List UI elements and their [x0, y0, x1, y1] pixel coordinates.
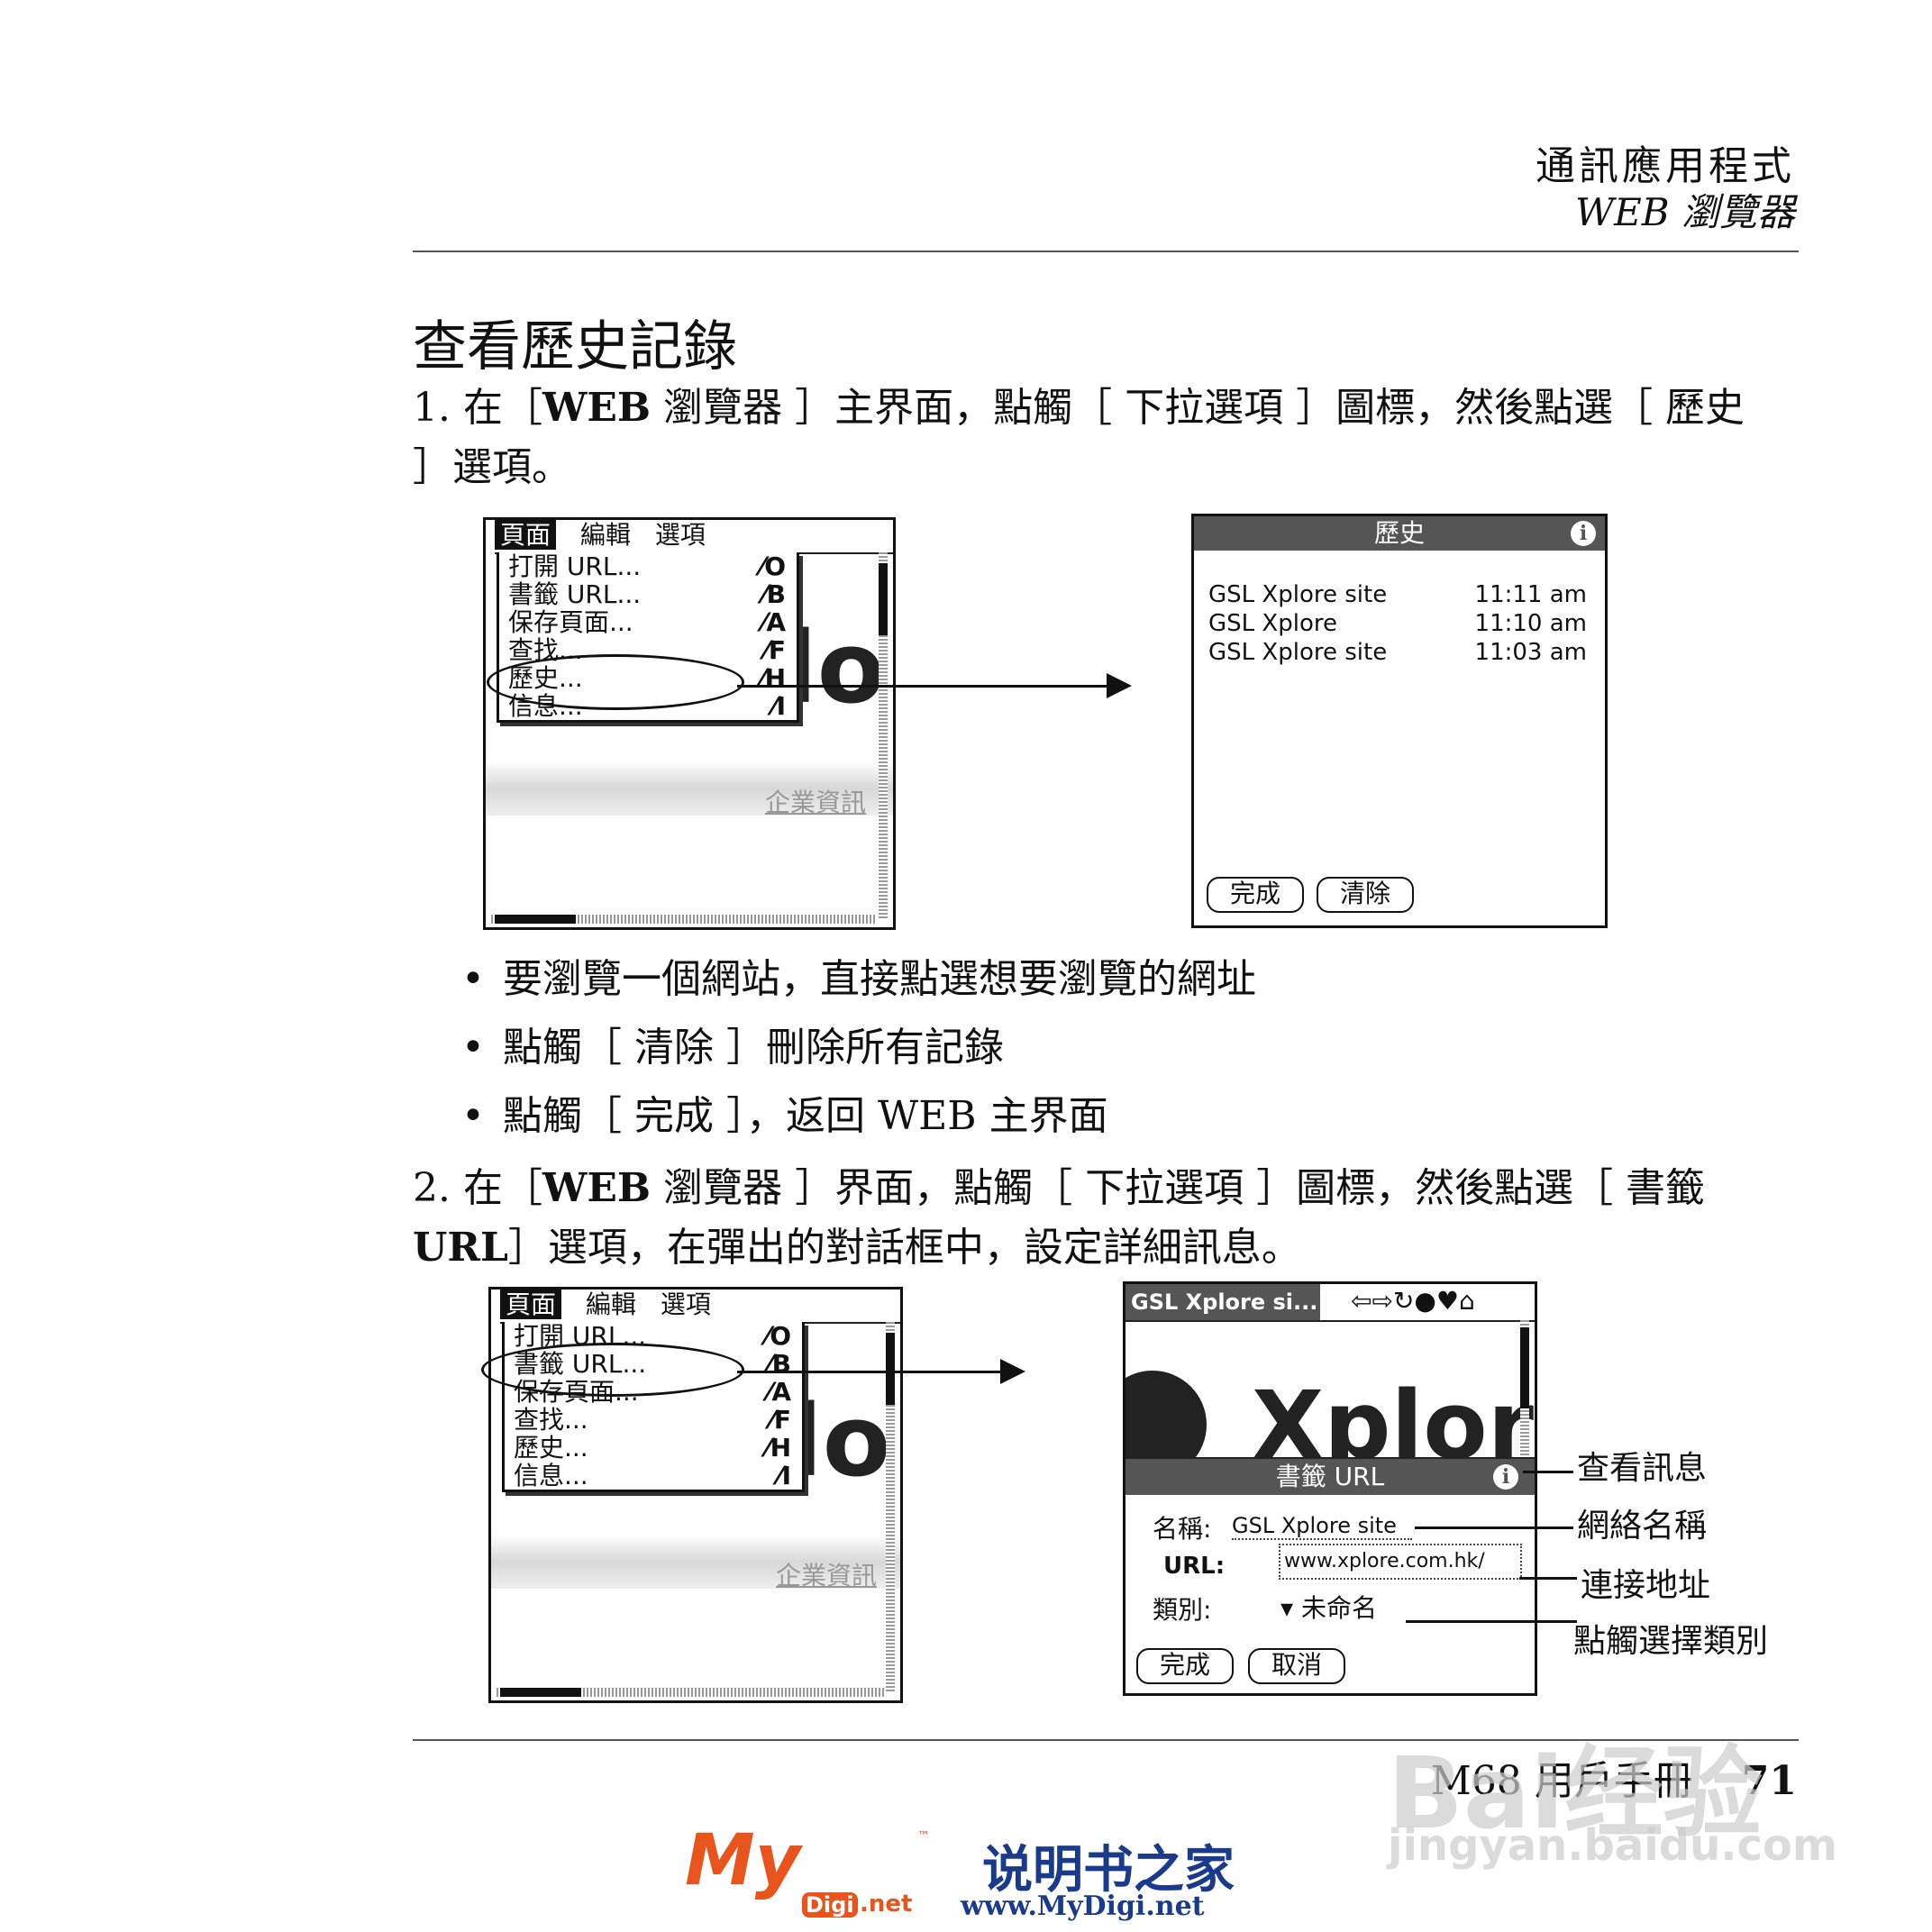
link-company-info[interactable]: 企業資訊 [765, 783, 866, 819]
callout-site-name: 網絡名稱 [1577, 1508, 1708, 1545]
step-text: 在［ [462, 385, 542, 431]
menu-item-history[interactable]: 歷史... ⁄H [505, 1434, 802, 1462]
callout-url: 連接地址 [1581, 1567, 1711, 1604]
forward-icon[interactable]: ⇨ [1372, 1286, 1392, 1316]
header-divider [413, 251, 1799, 252]
scroll-thumb[interactable] [1520, 1327, 1529, 1408]
scroll-thumb[interactable] [879, 563, 888, 635]
vertical-scrollbar[interactable] [879, 552, 888, 920]
link-company-info[interactable]: 企業資訊 [776, 1556, 877, 1592]
back-icon[interactable]: ⇦ [1351, 1286, 1372, 1316]
bookmark-dialog: 書籤 URL i 名稱: GSL Xplore site URL: www.xp… [1125, 1457, 1535, 1693]
url-field[interactable]: www.xplore.com.hk/ [1279, 1544, 1522, 1580]
name-field[interactable]: GSL Xplore site [1232, 1513, 1412, 1540]
url-label: URL: [1163, 1553, 1226, 1580]
baidu-watermark-url: jingyan.baidu.com [1388, 1820, 1837, 1871]
horizontal-scrollbar[interactable] [491, 915, 877, 924]
highlight-ellipse [481, 1343, 744, 1397]
menu-page[interactable]: 頁面 [500, 1290, 562, 1319]
callout-line [1523, 1471, 1573, 1473]
info-icon[interactable]: i [1571, 521, 1596, 546]
bullet-item: • 點觸［ 完成 ］，返回 WEB 主界面 [461, 1093, 1108, 1139]
step-1: 1. 在［WEB 瀏覽器 ］主界面，點觸［ 下拉選項 ］圖標，然後點選［ 歷史 … [413, 378, 1746, 497]
vertical-scrollbar[interactable] [886, 1322, 895, 1693]
menu-page[interactable]: 頁面 [495, 520, 557, 550]
menu-item-save-page[interactable]: 保存頁面... ⁄A [499, 608, 797, 636]
palm-screen-history: 歷史 i GSL Xplore site 11:11 am GSL Xplore 1… [1191, 514, 1608, 928]
menu-edit[interactable]: 編輯 [586, 1290, 636, 1319]
favorite-icon[interactable]: ♥ [1436, 1286, 1459, 1316]
step-number: 2. [413, 1165, 451, 1211]
arrow-line [737, 1371, 1000, 1373]
home-icon[interactable]: ⌂ [1459, 1286, 1475, 1316]
arrow-right-icon [1107, 673, 1132, 698]
clear-button[interactable]: 清除 [1317, 877, 1414, 913]
menu-item-open-url[interactable]: 打開 URL... ⁄O [499, 552, 797, 580]
dialog-titlebar: 書籤 URL [1125, 1459, 1535, 1495]
bullet-item: • 點觸［ 清除 ］刪除所有記錄 [461, 1025, 1004, 1071]
callout-line [1406, 1620, 1577, 1623]
palm-screen-bookmark: GSL Xplore si... ⇦⇨↻●♥⌂ Xplor 書籤 URL i 名… [1123, 1281, 1537, 1696]
scroll-thumb[interactable] [500, 1688, 581, 1697]
menu-item-bookmark-url[interactable]: 書籤 URL... ⁄B [499, 580, 797, 608]
menu-bar: 頁面 編輯 選項 [495, 520, 893, 554]
horizontal-scrollbar[interactable] [497, 1688, 884, 1697]
category-select[interactable]: ▾ 未命名 [1280, 1589, 1377, 1625]
history-row[interactable]: GSL Xplore site 11:03 am [1208, 639, 1587, 666]
chapter-subtitle: WEB 瀏覽器 [1574, 190, 1795, 234]
cancel-button[interactable]: 取消 [1248, 1648, 1345, 1684]
menu-bar: 頁面 編輯 選項 [500, 1290, 900, 1324]
callout-line [1415, 1526, 1573, 1529]
mydigi-logo: My ™ Digi .net [685, 1820, 930, 1918]
menu-edit[interactable]: 編輯 [580, 520, 631, 550]
info-icon[interactable]: i [1493, 1464, 1518, 1490]
site-title: GSL Xplore si... [1125, 1284, 1320, 1320]
callout-view-info: 查看訊息 [1577, 1450, 1708, 1487]
scroll-thumb[interactable] [495, 915, 576, 924]
palm-screen-menu-history: 頁面 編輯 選項 lo 企業資訊 打開 URL... ⁄O 書籤 URL... ⁄B… [483, 517, 896, 930]
menu-options[interactable]: 選項 [655, 520, 706, 550]
scroll-thumb[interactable] [886, 1333, 895, 1405]
history-title: 歷史 [1373, 518, 1425, 548]
section-title: 查看歷史記錄 [413, 315, 737, 378]
step-bold: WEB [542, 385, 652, 431]
bullet-item: • 要瀏覽一個網站，直接點選想要瀏覽的網址 [461, 956, 1256, 1002]
history-row[interactable]: GSL Xplore 11:10 am [1208, 610, 1587, 637]
menu-item-info[interactable]: 信息... ⁄I [505, 1462, 802, 1490]
name-label: 名稱: [1153, 1514, 1212, 1544]
step-2: 2. 在［WEB 瀏覽器 ］界面，點觸［ 下拉選項 ］圖標，然後點選［ 書籤 U… [413, 1165, 1706, 1271]
toolbar-icons: ⇦⇨↻●♥⌂ [1351, 1286, 1475, 1316]
highlight-ellipse [487, 654, 744, 710]
history-row[interactable]: GSL Xplore site 11:11 am [1208, 581, 1587, 608]
done-button[interactable]: 完成 [1136, 1648, 1234, 1684]
arrow-right-icon [1000, 1359, 1025, 1384]
menu-options[interactable]: 選項 [661, 1290, 711, 1319]
mydigi-url: www.MyDigi.net [961, 1891, 1205, 1922]
refresh-icon[interactable]: ↻ [1393, 1286, 1414, 1316]
menu-item-find[interactable]: 查找... ⁄F [505, 1406, 802, 1434]
dialog-title: 書籤 URL [1275, 1462, 1385, 1491]
history-titlebar: 歷史 [1194, 516, 1605, 551]
stop-icon[interactable]: ● [1414, 1286, 1435, 1316]
chevron-down-icon: ▾ [1280, 1593, 1301, 1623]
category-label: 類別: [1153, 1595, 1212, 1625]
callout-line [1519, 1577, 1577, 1580]
browser-toolbar: GSL Xplore si... ⇦⇨↻●♥⌂ [1125, 1284, 1535, 1322]
arrow-line [737, 685, 1107, 688]
step-number: 1. [413, 385, 451, 431]
callout-category: 點觸選擇類別 [1573, 1623, 1769, 1660]
done-button[interactable]: 完成 [1207, 877, 1304, 913]
